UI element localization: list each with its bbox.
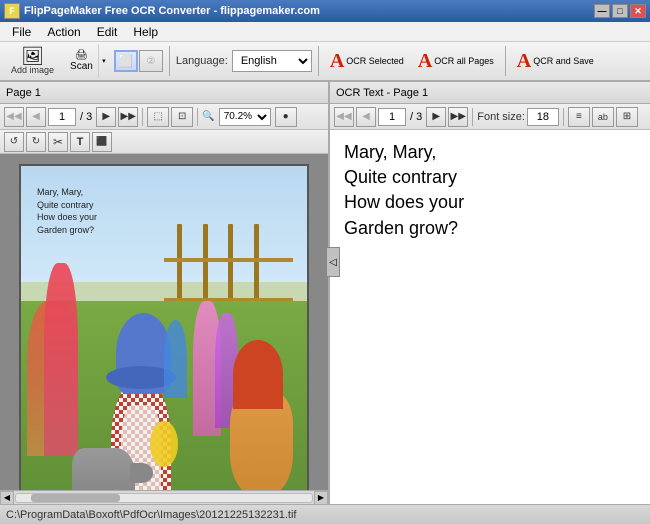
view-mode-2[interactable]: ② <box>139 50 163 72</box>
language-label: Language: <box>176 55 228 67</box>
first-page-button[interactable]: ◀◀ <box>4 107 24 127</box>
ocr-all-pages-icon: A <box>418 50 432 73</box>
menu-edit[interactable]: Edit <box>89 23 126 41</box>
qcr-save-label: QCR and Save <box>533 56 594 66</box>
undo-button[interactable]: ↺ <box>4 132 24 152</box>
document-page: Mary, Mary, Quite contrary How does your… <box>19 164 309 490</box>
titlebar: F FlipPageMaker Free OCR Converter - fli… <box>0 0 650 22</box>
zoom-reset-button[interactable]: ● <box>275 107 297 127</box>
right-panel: OCR Text - Page 1 ◀◀ ◀ / 3 ▶ ▶▶ Font siz… <box>330 82 650 504</box>
app-icon: F <box>4 3 20 19</box>
left-panel-header: Page 1 <box>0 82 328 104</box>
page-number-input[interactable] <box>48 108 76 126</box>
main-area: Page 1 ◀◀ ◀ / 3 ▶ ▶▶ ⬚ ⊡ 🔍 70.2% 50% 75%… <box>0 82 650 504</box>
window-controls: — □ ✕ <box>594 4 646 18</box>
right-last-page-button[interactable]: ▶▶ <box>448 107 468 127</box>
menubar: File Action Edit Help <box>0 22 650 42</box>
scroll-track <box>15 493 313 503</box>
scan-button[interactable]: 🖨 Scan <box>65 44 98 78</box>
ocr-all-pages-label: OCR all Pages <box>434 56 494 66</box>
right-page-number-input[interactable] <box>378 108 406 126</box>
page-separator: / 3 <box>78 111 94 123</box>
view-mode-1[interactable]: ⬜ <box>114 50 138 72</box>
fit-width-button[interactable]: ⬚ <box>147 107 169 127</box>
nav-sep-2 <box>197 108 198 126</box>
left-panel: Page 1 ◀◀ ◀ / 3 ▶ ▶▶ ⬚ ⊡ 🔍 70.2% 50% 75%… <box>0 82 330 504</box>
expand-button[interactable]: ⊞ <box>616 107 638 127</box>
add-image-icon: 🖼 <box>21 47 44 65</box>
last-page-button[interactable]: ▶▶ <box>118 107 138 127</box>
qcr-save-icon: A <box>517 50 531 73</box>
scan-icon: 🖨 <box>75 50 88 61</box>
nav-sep-1 <box>142 108 143 126</box>
right-nav-sep-1 <box>472 108 473 126</box>
statusbar: C:\ProgramData\Boxoft\PdfOcr\Images\2012… <box>0 504 650 524</box>
scan-label: Scan <box>70 61 93 72</box>
zoom-icon: 🔍 <box>202 111 214 122</box>
add-image-button[interactable]: 🖼 Add image <box>4 44 61 78</box>
add-image-label: Add image <box>11 65 54 75</box>
left-tools-toolbar: ↺ ↻ ✂ T ⬛ <box>0 130 328 154</box>
left-scrollbar[interactable]: ◀ ▶ <box>0 490 328 504</box>
document-area[interactable]: Mary, Mary, Quite contrary How does your… <box>0 154 328 490</box>
prev-page-button[interactable]: ◀ <box>26 107 46 127</box>
right-nav-sep-2 <box>563 108 564 126</box>
menu-action[interactable]: Action <box>39 23 88 41</box>
fit-page-button[interactable]: ⊡ <box>171 107 193 127</box>
more-tools-button[interactable]: ⬛ <box>92 132 112 152</box>
document-text-overlay: Mary, Mary, Quite contrary How does your… <box>37 186 97 236</box>
menu-help[interactable]: Help <box>125 23 166 41</box>
scroll-right-button[interactable]: ▶ <box>314 491 328 505</box>
qcr-save-button[interactable]: A QCR and Save <box>512 44 599 78</box>
scan-dropdown-arrow[interactable]: ▾ <box>98 44 110 78</box>
ocr-all-pages-button[interactable]: A OCR all Pages <box>413 44 499 78</box>
ocr-selected-icon: A <box>330 50 344 73</box>
scroll-left-button[interactable]: ◀ <box>0 491 14 505</box>
separator-2 <box>318 46 319 76</box>
right-prev-page-button[interactable]: ◀ <box>356 107 376 127</box>
main-toolbar: 🖼 Add image 🖨 Scan ▾ ⬜ ② Language: Engli… <box>0 42 650 82</box>
format-button-1[interactable]: ≡ <box>568 107 590 127</box>
ocr-selected-button[interactable]: A OCR Selected <box>325 44 409 78</box>
right-panel-header: OCR Text - Page 1 <box>330 82 650 104</box>
language-group: Language: English <box>176 50 312 72</box>
maximize-button[interactable]: □ <box>612 4 628 18</box>
minimize-button[interactable]: — <box>594 4 610 18</box>
font-size-input[interactable] <box>527 108 559 126</box>
sidebar-collapse-arrow[interactable]: ◁ <box>326 247 340 277</box>
zoom-select[interactable]: 70.2% 50% 75% 100% <box>219 108 271 126</box>
app-title: FlipPageMaker Free OCR Converter - flipp… <box>24 5 320 17</box>
separator-1 <box>169 46 170 76</box>
crop-button[interactable]: ✂ <box>48 132 68 152</box>
text-tool-button[interactable]: T <box>70 132 90 152</box>
right-next-page-button[interactable]: ▶ <box>426 107 446 127</box>
menu-file[interactable]: File <box>4 23 39 41</box>
scroll-thumb[interactable] <box>31 494 120 502</box>
font-size-label: Font size: <box>477 111 525 123</box>
separator-3 <box>505 46 506 76</box>
close-button[interactable]: ✕ <box>630 4 646 18</box>
scan-group: 🖨 Scan ▾ <box>65 44 110 78</box>
file-path: C:\ProgramData\Boxoft\PdfOcr\Images\2012… <box>6 509 644 521</box>
right-first-page-button[interactable]: ◀◀ <box>334 107 354 127</box>
next-page-button[interactable]: ▶ <box>96 107 116 127</box>
language-select[interactable]: English <box>232 50 312 72</box>
right-nav-toolbar: ◀◀ ◀ / 3 ▶ ▶▶ Font size: ≡ ab ⊞ <box>330 104 650 130</box>
redo-button[interactable]: ↻ <box>26 132 46 152</box>
right-page-separator: / 3 <box>408 111 424 123</box>
ocr-text-area[interactable]: Mary, Mary, Quite contrary How does your… <box>330 130 650 504</box>
ocr-selected-label: OCR Selected <box>346 56 404 66</box>
left-nav-toolbar: ◀◀ ◀ / 3 ▶ ▶▶ ⬚ ⊡ 🔍 70.2% 50% 75% 100% ● <box>0 104 328 130</box>
format-button-2[interactable]: ab <box>592 107 614 127</box>
